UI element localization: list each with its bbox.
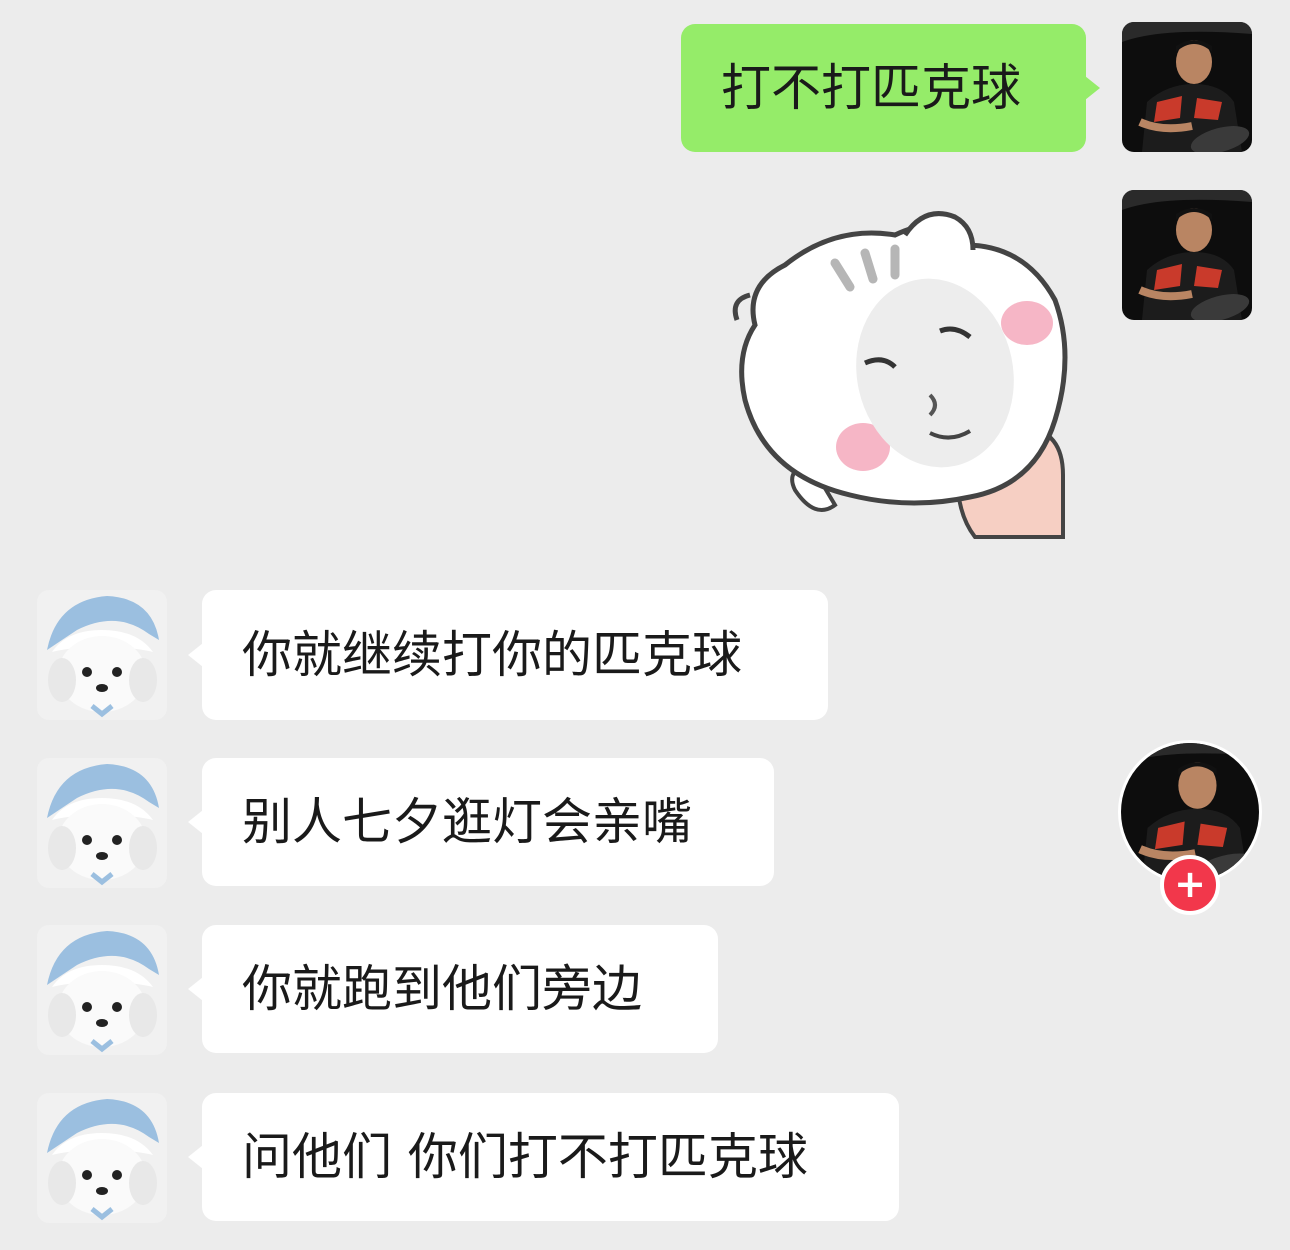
my-avatar[interactable]	[1122, 22, 1252, 152]
message-text: 问他们 你们打不打匹克球	[242, 1128, 808, 1186]
cat-face-sticker[interactable]	[725, 205, 1070, 540]
their-avatar[interactable]	[37, 758, 167, 888]
my-avatar[interactable]	[1122, 190, 1252, 320]
player-photo-icon	[1122, 190, 1252, 320]
player-photo-icon	[1122, 22, 1252, 152]
plush-toy-icon	[37, 590, 167, 720]
their-avatar[interactable]	[37, 925, 167, 1055]
message-bubble-theirs-4[interactable]: 问他们 你们打不打匹克球	[188, 1093, 899, 1221]
message-text: 打不打匹克球	[721, 59, 1021, 117]
plush-toy-icon	[37, 1093, 167, 1223]
plus-icon: +	[1174, 862, 1206, 906]
message-bubble-theirs-2[interactable]: 别人七夕逛灯会亲嘴	[188, 758, 774, 886]
their-avatar[interactable]	[37, 590, 167, 720]
message-bubble-theirs-3[interactable]: 你就跑到他们旁边	[188, 925, 718, 1053]
message-text: 你就继续打你的匹克球	[242, 626, 742, 684]
message-bubble-mine-1[interactable]: 打不打匹克球	[681, 24, 1100, 152]
their-avatar[interactable]	[37, 1093, 167, 1223]
plush-toy-icon	[37, 925, 167, 1055]
follow-button[interactable]: +	[1160, 855, 1220, 915]
message-bubble-theirs-1[interactable]: 你就继续打你的匹克球	[188, 590, 828, 720]
message-text: 你就跑到他们旁边	[242, 960, 642, 1018]
plush-toy-icon	[37, 758, 167, 888]
message-text: 别人七夕逛灯会亲嘴	[242, 793, 692, 851]
